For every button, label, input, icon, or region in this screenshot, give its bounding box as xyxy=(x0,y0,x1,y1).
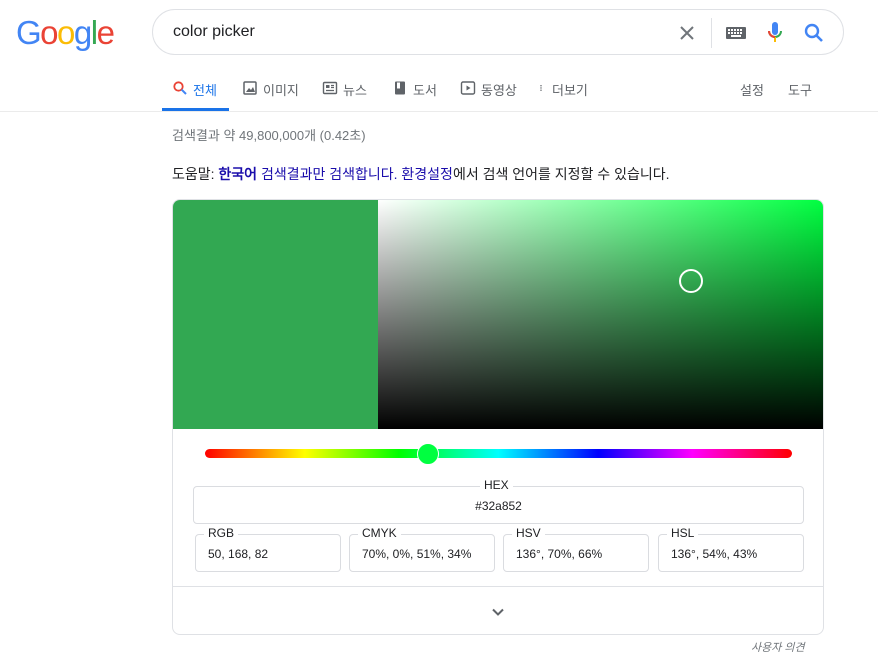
microphone-icon[interactable] xyxy=(765,20,785,46)
chevron-down-icon xyxy=(492,608,504,616)
google-logo[interactable]: Google xyxy=(16,14,115,52)
logo-letter: o xyxy=(57,14,75,51)
tab-more[interactable]: 더보기 xyxy=(539,78,588,111)
hsv-label: HSV xyxy=(512,526,545,540)
color-picker-card: HEX #32a852 RGB 50, 168, 82 CMYK 70%, 0%… xyxy=(172,199,824,635)
tab-label: 동영상 xyxy=(481,83,517,98)
search-box[interactable]: color picker xyxy=(152,9,844,55)
tab-label: 도서 xyxy=(413,83,437,98)
clear-icon[interactable] xyxy=(675,21,699,45)
korean-link[interactable]: 한국어 xyxy=(218,166,257,182)
cmyk-label: CMYK xyxy=(358,526,401,540)
saturation-value-area[interactable] xyxy=(378,200,823,429)
hsl-label: HSL xyxy=(667,526,699,540)
tab-label: 더보기 xyxy=(552,83,588,98)
hsv-field[interactable]: HSV 136°, 70%, 66% xyxy=(503,526,649,572)
rgb-label: RGB xyxy=(204,526,239,540)
tab-images[interactable]: 이미지 xyxy=(242,78,299,111)
tip-prefix: 도움말: xyxy=(172,166,219,182)
logo-letter: e xyxy=(96,14,115,51)
tab-news[interactable]: 뉴스 xyxy=(322,78,367,111)
saturation-handle[interactable] xyxy=(679,269,703,293)
result-stats: 검색결과 약 49,800,000개 (0.42초) xyxy=(172,128,366,143)
search-icon xyxy=(173,81,187,95)
hex-field[interactable]: HEX #32a852 xyxy=(193,478,804,524)
more-vert-icon xyxy=(540,85,542,91)
tip-suffix: 에서 검색 언어를 지정할 수 있습니다. xyxy=(452,166,670,182)
tab-videos[interactable]: 동영상 xyxy=(460,78,517,111)
search-divider xyxy=(711,18,712,48)
tab-books[interactable]: 도서 xyxy=(392,78,437,111)
feedback-link[interactable]: 사용자 의견 xyxy=(751,639,805,655)
hue-slider[interactable] xyxy=(205,449,792,458)
color-preview-swatch xyxy=(173,200,378,429)
rgb-input[interactable]: 50, 168, 82 xyxy=(208,547,268,561)
search-tabs: 전체 이미지 뉴스 도서 동영상 더보기 설정 도구 xyxy=(0,78,878,112)
hex-input[interactable]: #32a852 xyxy=(194,499,803,513)
book-icon xyxy=(395,81,405,95)
logo-letter: o xyxy=(40,14,58,51)
cmyk-field[interactable]: CMYK 70%, 0%, 51%, 34% xyxy=(349,526,495,572)
tab-label: 전체 xyxy=(193,83,217,98)
language-tip: 도움말: 한국어 검색결과만 검색합니다. 환경설정에서 검색 언어를 지정할 … xyxy=(172,164,670,184)
cmyk-input[interactable]: 70%, 0%, 51%, 34% xyxy=(362,547,471,561)
keyboard-icon[interactable] xyxy=(725,23,747,43)
tab-label: 이미지 xyxy=(263,83,299,98)
play-icon xyxy=(460,81,476,95)
settings-link[interactable]: 설정 xyxy=(740,80,764,99)
hue-slider-handle[interactable] xyxy=(417,443,439,465)
hex-label: HEX xyxy=(480,478,513,492)
search-input[interactable]: color picker xyxy=(173,23,255,41)
korean-only-link[interactable]: 검색결과만 검색합니다. xyxy=(257,166,398,182)
search-icon[interactable] xyxy=(802,21,826,45)
hsl-input[interactable]: 136°, 54%, 43% xyxy=(671,547,757,561)
image-icon xyxy=(243,81,257,95)
hsl-field[interactable]: HSL 136°, 54%, 43% xyxy=(658,526,804,572)
rgb-field[interactable]: RGB 50, 168, 82 xyxy=(195,526,341,572)
logo-letter: G xyxy=(16,14,42,51)
tools-link[interactable]: 도구 xyxy=(788,80,812,99)
expand-button[interactable] xyxy=(173,586,823,634)
tab-all[interactable]: 전체 xyxy=(162,78,229,111)
hsv-input[interactable]: 136°, 70%, 66% xyxy=(516,547,602,561)
preferences-link[interactable]: 환경설정 xyxy=(401,166,453,182)
tab-label: 뉴스 xyxy=(343,83,367,98)
logo-letter: g xyxy=(73,14,92,51)
news-icon xyxy=(322,81,338,95)
